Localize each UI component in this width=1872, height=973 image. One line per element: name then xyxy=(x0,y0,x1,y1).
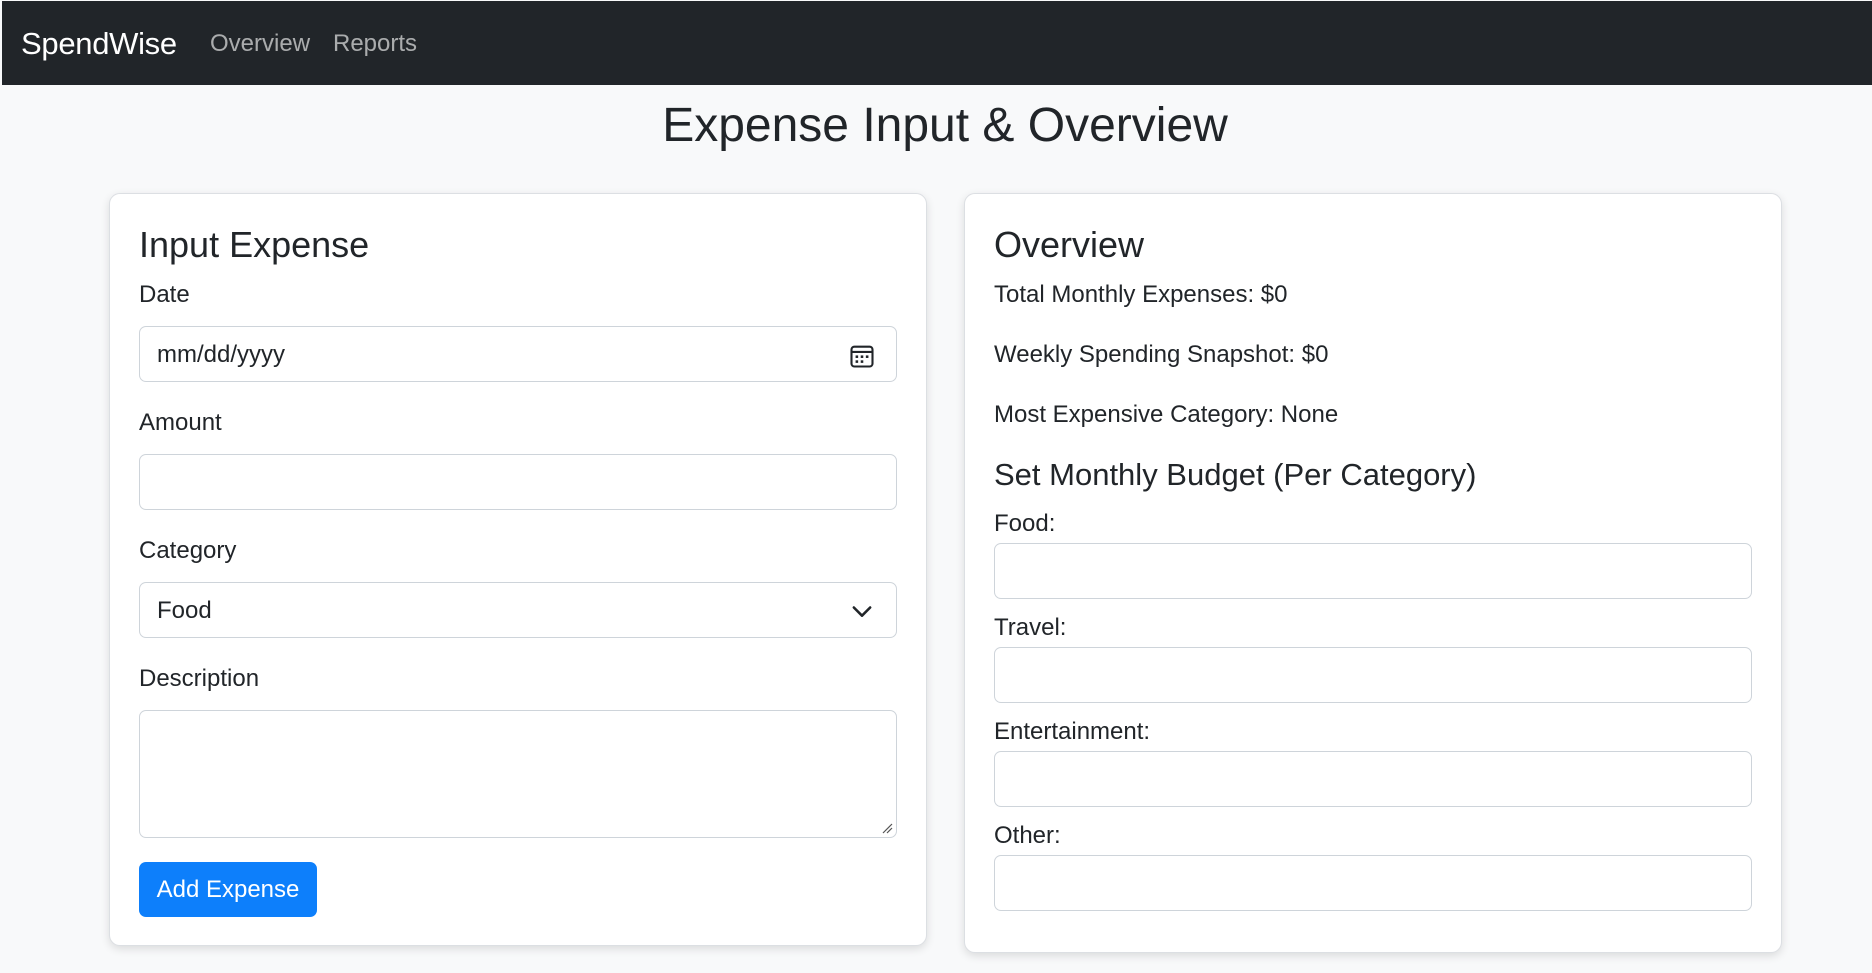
brand-logo-text[interactable]: SpendWise xyxy=(21,26,177,62)
budget-section-title: Set Monthly Budget (Per Category) xyxy=(994,457,1477,492)
overview-title: Overview xyxy=(994,224,1145,265)
category-label: Category xyxy=(139,537,237,564)
add-expense-button[interactable]: Add Expense xyxy=(139,862,317,917)
weekly-spending-snapshot: Weekly Spending Snapshot: $0 xyxy=(994,341,1329,368)
description-label: Description xyxy=(139,665,260,692)
budget-food-input[interactable] xyxy=(994,543,1752,599)
resize-handle-icon[interactable] xyxy=(881,822,893,834)
amount-input[interactable] xyxy=(139,454,897,510)
budget-other-label: Other: xyxy=(994,822,1061,849)
nav-link-overview[interactable]: Overview xyxy=(210,29,310,59)
category-selected-value: Food xyxy=(157,597,212,624)
input-expense-title: Input Expense xyxy=(139,224,370,265)
description-textarea[interactable] xyxy=(139,710,897,838)
date-label: Date xyxy=(139,281,190,308)
input-expense-card: Input Expense Date mm/dd/yyyy Amount Cat… xyxy=(109,193,927,946)
nav-link-reports[interactable]: Reports xyxy=(333,29,417,59)
budget-entertainment-input[interactable] xyxy=(994,751,1752,807)
category-select[interactable]: Food xyxy=(139,582,897,638)
chevron-down-icon xyxy=(852,606,872,617)
date-placeholder: mm/dd/yyyy xyxy=(157,341,286,368)
budget-travel-input[interactable] xyxy=(994,647,1752,703)
budget-food-label: Food: xyxy=(994,510,1056,537)
amount-label: Amount xyxy=(139,409,222,436)
calendar-icon[interactable] xyxy=(848,342,876,370)
date-input[interactable]: mm/dd/yyyy xyxy=(139,326,897,382)
budget-travel-label: Travel: xyxy=(994,614,1067,641)
total-monthly-expenses: Total Monthly Expenses: $0 xyxy=(994,281,1288,308)
budget-other-input[interactable] xyxy=(994,855,1752,911)
page-title: Expense Input & Overview xyxy=(662,99,1228,152)
overview-card: Overview Total Monthly Expenses: $0 Week… xyxy=(964,193,1782,953)
budget-entertainment-label: Entertainment: xyxy=(994,718,1151,745)
most-expensive-category: Most Expensive Category: None xyxy=(994,401,1339,428)
top-navbar: SpendWise Overview Reports xyxy=(2,1,1872,85)
